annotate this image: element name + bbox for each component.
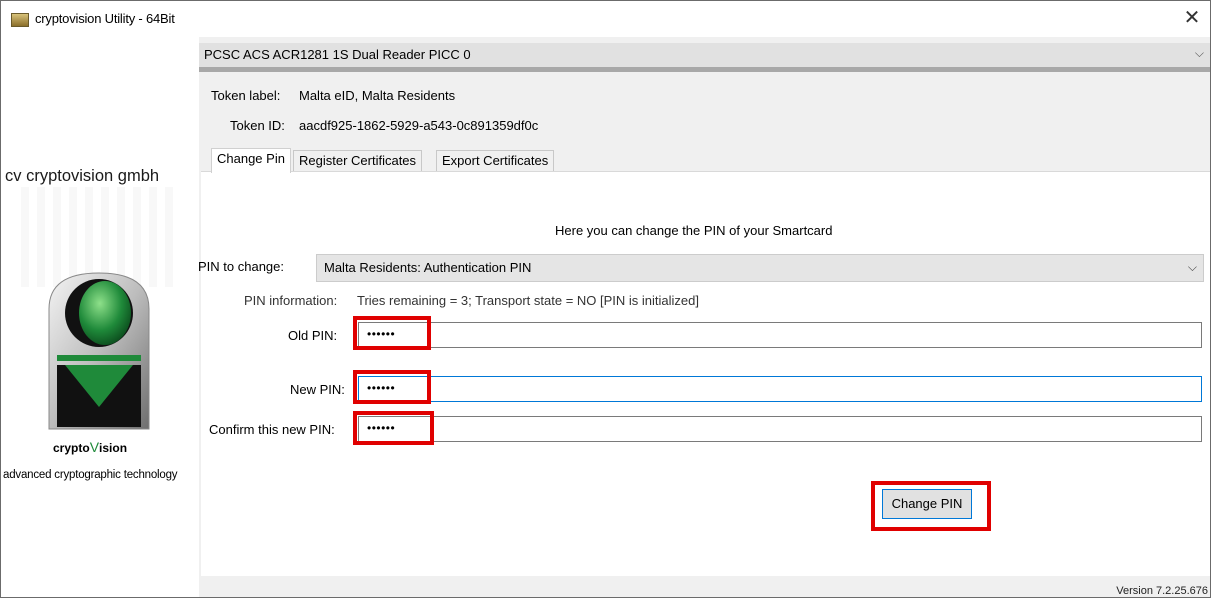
close-button[interactable]: ✕ [1174, 1, 1210, 37]
window-title: cryptovision Utility - 64Bit [35, 11, 175, 26]
new-pin-label: New PIN: [290, 382, 345, 397]
new-pin-value: •••••• [367, 381, 396, 395]
reader-selected: PCSC ACS ACR1281 1S Dual Reader PICC 0 [204, 47, 471, 62]
sidebar-branding: cv cryptovision gmbh cryptoVision advanc… [1, 37, 199, 597]
brand-prefix: crypto [53, 441, 90, 455]
tab-register-certificates[interactable]: Register Certificates [293, 150, 423, 172]
old-pin-label: Old PIN: [288, 328, 338, 343]
brand-mark: V [89, 439, 100, 455]
old-pin-field[interactable]: •••••• [358, 322, 1202, 348]
version-label: Version 7.2.25.676 [1116, 585, 1208, 597]
chevron-down-icon: ⌵ [1187, 260, 1197, 274]
reader-dropdown[interactable]: PCSC ACS ACR1281 1S Dual Reader PICC 0 ⌵ [199, 43, 1210, 72]
change-pin-panel: Here you can change the PIN of your Smar… [198, 171, 1210, 576]
app-window: cryptovision Utility - 64Bit ✕ cv crypto… [0, 0, 1211, 598]
app-icon [11, 13, 29, 27]
company-name: cv cryptovision gmbh [5, 167, 160, 185]
brand-tagline: advanced cryptographic technology [3, 469, 178, 481]
pin-info-value: Tries remaining = 3; Transport state = N… [357, 293, 699, 308]
confirm-pin-label: Confirm this new PIN: [209, 422, 335, 437]
tab-change-pin[interactable]: Change Pin [211, 148, 291, 173]
pin-to-change-select[interactable]: Malta Residents: Authentication PIN ⌵ [316, 254, 1204, 282]
main-panel: PCSC ACS ACR1281 1S Dual Reader PICC 0 ⌵… [198, 37, 1210, 597]
pin-to-change-label: PIN to change: [198, 259, 284, 274]
pin-to-change-value: Malta Residents: Authentication PIN [324, 260, 532, 275]
brand-suffix: ision [99, 441, 128, 455]
new-pin-field[interactable]: •••••• [358, 376, 1202, 402]
tab-export-certificates[interactable]: Export Certificates [436, 150, 555, 172]
title-bar: cryptovision Utility - 64Bit ✕ [1, 1, 1210, 37]
change-pin-heading: Here you can change the PIN of your Smar… [555, 223, 833, 238]
cryptovision-logo-icon [48, 272, 150, 430]
confirm-pin-field[interactable]: •••••• [358, 416, 1202, 442]
confirm-pin-value: •••••• [367, 421, 396, 435]
token-id-value: aacdf925-1862-5929-a543-0c891359df0c [299, 118, 539, 133]
token-label-value: Malta eID, Malta Residents [299, 88, 456, 103]
old-pin-value: •••••• [367, 327, 396, 341]
change-pin-button[interactable]: Change PIN [882, 489, 972, 519]
pin-info-label: PIN information: [244, 293, 338, 308]
token-id-caption: Token ID: [230, 118, 285, 133]
chevron-down-icon: ⌵ [1194, 46, 1204, 60]
token-label-caption: Token label: [211, 88, 281, 103]
brand-wordmark: cryptoVision [53, 439, 127, 455]
